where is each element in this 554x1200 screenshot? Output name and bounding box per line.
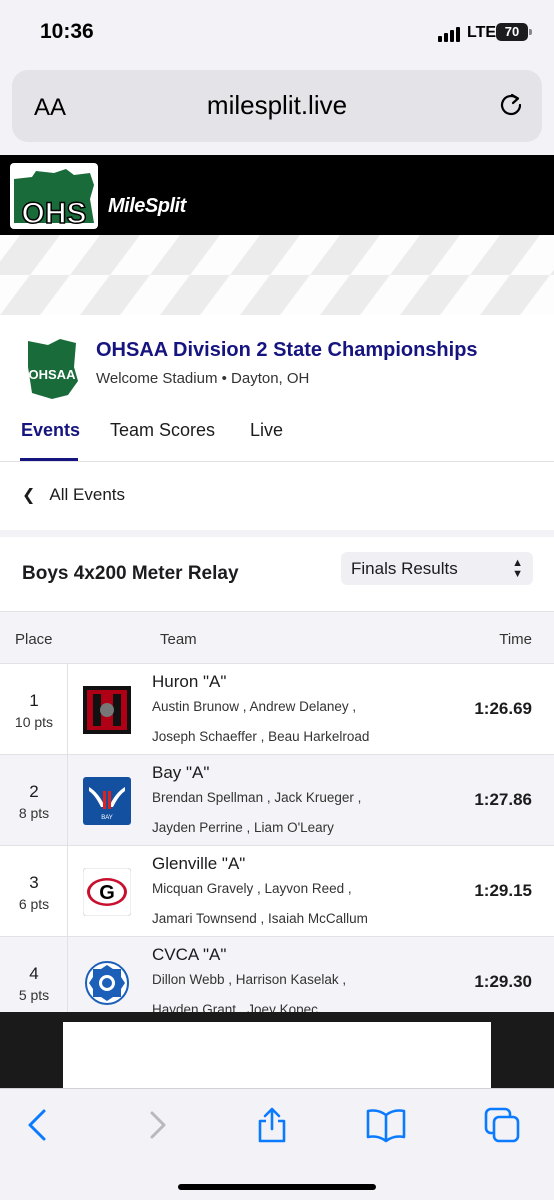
forward-icon[interactable]: [138, 1105, 178, 1145]
place-number: 3: [29, 873, 39, 892]
battery-icon: 70: [496, 23, 528, 41]
col-team: Team: [160, 631, 197, 648]
glenville-logo: G: [83, 868, 131, 916]
meet-location: Welcome Stadium • Dayton, OH: [96, 370, 310, 387]
place-points: 6 pts: [18, 896, 50, 912]
share-icon[interactable]: [252, 1105, 292, 1145]
table-header: Place Team Time: [0, 611, 554, 663]
col-time: Time: [499, 631, 532, 648]
result-time: 1:26.69: [474, 699, 532, 718]
svg-text:OHS: OHS: [21, 197, 86, 229]
athletes-line-1[interactable]: Dillon Webb , Harrison Kaselak ,: [152, 972, 346, 987]
athletes-line-1[interactable]: Brendan Spellman , Jack Krueger ,: [152, 790, 361, 805]
tab-team-scores[interactable]: Team Scores: [110, 420, 215, 441]
all-events-label: All Events: [49, 485, 125, 504]
table-row[interactable]: 4 5 pts CVCA "A" Dillon Webb , Harrison …: [0, 936, 554, 1012]
results-card: Boys 4x200 Meter Relay Finals Results ▲ ▼…: [0, 537, 554, 1012]
tab-events[interactable]: Events: [21, 420, 80, 441]
results-view-select[interactable]: Finals Results ▲ ▼: [341, 552, 533, 585]
event-title: Boys 4x200 Meter Relay: [22, 563, 239, 584]
cvca-lion-logo: [85, 961, 129, 1005]
col-place: Place: [15, 631, 53, 648]
team-name[interactable]: CVCA "A": [152, 945, 226, 965]
milesplit-logo[interactable]: MileSplit: [108, 195, 186, 218]
result-time: 1:29.15: [474, 881, 532, 900]
huron-logo: [83, 686, 131, 734]
back-icon[interactable]: [18, 1105, 58, 1145]
reload-icon[interactable]: [496, 90, 526, 120]
tabs-divider: [0, 461, 554, 462]
place-points: 8 pts: [18, 805, 50, 821]
ohsaa-logo-text: OHSAA: [29, 367, 77, 382]
ohs-logo[interactable]: OHS: [10, 163, 98, 229]
bay-logo: BAY: [83, 777, 131, 825]
result-time: 1:29.30: [474, 972, 532, 991]
address-bar[interactable]: AA milesplit.live: [12, 70, 542, 142]
tab-live[interactable]: Live: [250, 420, 283, 441]
tabs-icon[interactable]: [482, 1105, 522, 1145]
ad-banner[interactable]: [63, 1022, 491, 1088]
team-name[interactable]: Huron "A": [152, 672, 226, 692]
select-arrows-icon: ▲ ▼: [512, 557, 523, 580]
status-time: 10:36: [40, 20, 94, 43]
place-cell: 4 5 pts: [0, 937, 68, 1012]
results-view-value: Finals Results: [351, 559, 458, 578]
decorative-banner: [0, 235, 554, 315]
result-time: 1:27.86: [474, 790, 532, 809]
site-header: OHS MileSplit: [0, 155, 554, 235]
place-cell: 3 6 pts: [0, 846, 68, 937]
ohsaa-logo: OHSAA: [28, 339, 78, 399]
place-number: 4: [29, 964, 39, 983]
athletes-line-1[interactable]: Micquan Gravely , Layvon Reed ,: [152, 881, 352, 896]
athletes-line-1[interactable]: Austin Brunow , Andrew Delaney ,: [152, 699, 356, 714]
team-name[interactable]: Glenville "A": [152, 854, 245, 874]
network-type: LTE: [467, 24, 497, 41]
athletes-line-2[interactable]: Jamari Townsend , Isaiah McCallum: [152, 911, 368, 926]
bay-logo-text: BAY: [101, 815, 113, 821]
team-name[interactable]: Bay "A": [152, 763, 209, 783]
place-number: 1: [29, 691, 39, 710]
ad-area: [0, 1012, 554, 1088]
place-cell: 2 8 pts: [0, 755, 68, 846]
bookmarks-icon[interactable]: [366, 1105, 406, 1145]
meet-card: OHSAA OHSAA Division 2 State Championshi…: [0, 315, 554, 530]
athletes-line-2[interactable]: Hayden Grant , Joey Kopec: [152, 1002, 318, 1012]
battery-tip: [529, 29, 532, 35]
all-events-link[interactable]: ❮ All Events: [22, 485, 125, 505]
place-points: 10 pts: [14, 714, 54, 730]
athletes-line-2[interactable]: Joseph Schaeffer , Beau Harkelroad: [152, 729, 369, 744]
browser-toolbar: [0, 1088, 554, 1200]
chevron-left-icon: ❮: [22, 487, 36, 504]
glenville-logo-text: G: [99, 882, 115, 904]
signal-icon: [438, 26, 462, 42]
status-bar: 10:36 LTE 70: [0, 0, 554, 64]
place-points: 5 pts: [18, 987, 50, 1003]
table-row[interactable]: 2 8 pts BAY Bay "A" Brendan Spellman , J…: [0, 754, 554, 846]
table-row[interactable]: 1 10 pts Huron "A" Austin Brunow , Andre…: [0, 663, 554, 755]
meet-title[interactable]: OHSAA Division 2 State Championships: [96, 339, 478, 362]
url-text[interactable]: milesplit.live: [12, 90, 542, 121]
place-cell: 1 10 pts: [0, 664, 68, 755]
place-number: 2: [29, 782, 39, 801]
home-indicator: [178, 1184, 376, 1190]
table-row[interactable]: 3 6 pts G Glenville "A" Micquan Gravely …: [0, 845, 554, 937]
athletes-line-2[interactable]: Jayden Perrine , Liam O'Leary: [152, 820, 334, 835]
